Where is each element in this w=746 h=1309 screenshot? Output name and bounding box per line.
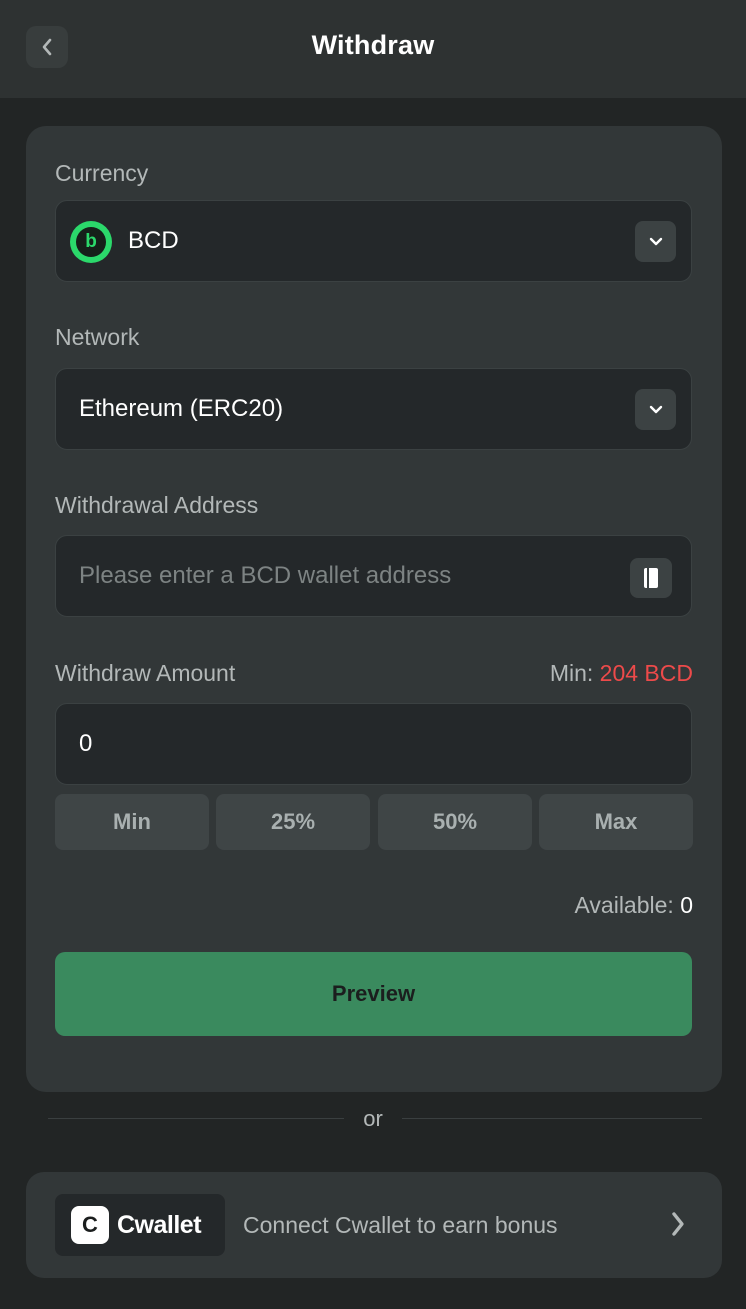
- cwallet-promo-text: Connect Cwallet to earn bonus: [243, 1211, 558, 1238]
- withdraw-amount-input[interactable]: 0: [55, 703, 692, 785]
- address-book-button[interactable]: [630, 558, 672, 598]
- book-icon: [644, 568, 658, 588]
- available-value: 0: [680, 892, 693, 918]
- currency-dropdown-button[interactable]: [635, 221, 676, 262]
- page-title: Withdraw: [311, 30, 435, 60]
- min-prefix: Min:: [549, 660, 594, 686]
- withdrawal-address-input[interactable]: Please enter a BCD wallet address: [55, 535, 692, 617]
- withdraw-amount-label: Withdraw Amount: [55, 660, 236, 686]
- chevron-right-icon: [672, 1212, 684, 1236]
- withdraw-form-card: Currency b BCD Network Ethereum (ERC20) …: [26, 126, 722, 1092]
- network-value: Ethereum (ERC20): [79, 395, 284, 422]
- cwallet-logo-name: Cwallet: [117, 1210, 202, 1239]
- currency-select[interactable]: b BCD: [55, 200, 692, 282]
- 25-percent-button[interactable]: 25%: [216, 794, 370, 850]
- available-label: Available:: [574, 892, 674, 918]
- min-amount-info: Min: 204 BCD: [550, 660, 693, 687]
- network-dropdown-button[interactable]: [635, 389, 676, 430]
- withdrawal-address-label: Withdrawal Address: [55, 492, 259, 518]
- min-amount-value: 204 BCD: [599, 660, 693, 686]
- preview-button[interactable]: Preview: [55, 952, 692, 1036]
- currency-label: Currency: [55, 160, 149, 186]
- cwallet-badge-icon: C: [71, 1206, 109, 1244]
- chevron-down-icon: [649, 405, 662, 413]
- 50-percent-button[interactable]: 50%: [378, 794, 532, 850]
- network-label: Network: [55, 324, 140, 350]
- cwallet-logo: C Cwallet: [55, 1194, 225, 1256]
- network-select[interactable]: Ethereum (ERC20): [55, 368, 692, 450]
- connect-cwallet-banner[interactable]: C Cwallet Connect Cwallet to earn bonus: [26, 1172, 722, 1278]
- bcd-coin-icon: b: [70, 221, 112, 263]
- min-button[interactable]: Min: [55, 794, 209, 850]
- max-button[interactable]: Max: [539, 794, 693, 850]
- header-bar: Withdraw: [0, 0, 746, 98]
- currency-value: BCD: [128, 227, 179, 254]
- amount-value: 0: [79, 730, 93, 757]
- or-divider-text: or: [363, 1106, 383, 1131]
- available-balance: Available: 0: [575, 892, 694, 919]
- chevron-down-icon: [649, 237, 662, 245]
- address-placeholder: Please enter a BCD wallet address: [79, 562, 452, 589]
